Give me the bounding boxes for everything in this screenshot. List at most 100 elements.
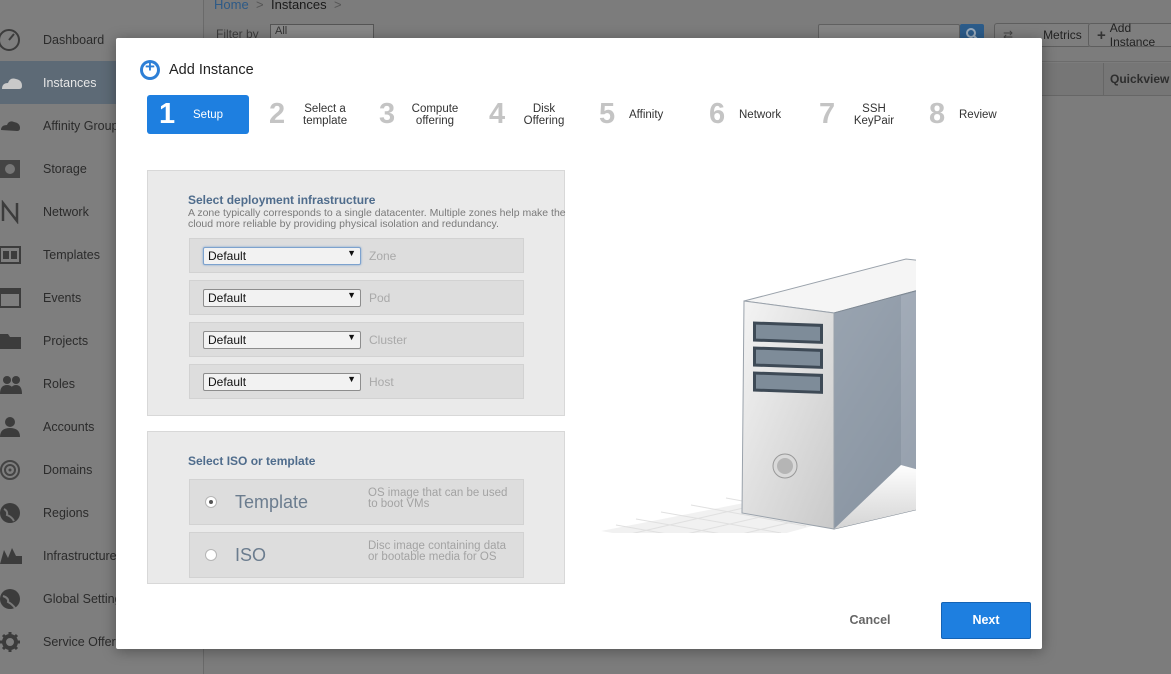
dropdown-arrow-icon: ▼	[347, 374, 356, 384]
cancel-button[interactable]: Cancel	[834, 607, 906, 634]
add-instance-dialog: Add Instance 1 Setup 2 Select a template…	[116, 38, 1042, 649]
folder-icon	[0, 333, 21, 349]
deployment-description: A zone typically corresponds to a single…	[188, 207, 566, 230]
pod-select[interactable]: Default ▼	[203, 289, 361, 307]
step-review[interactable]: 8 Review	[917, 95, 1019, 134]
globe-icon	[0, 502, 20, 523]
step-number: 7	[819, 98, 836, 130]
step-label: Compute offering	[411, 102, 459, 127]
cluster-select-value: Default	[208, 333, 247, 347]
pod-label: Pod	[369, 291, 391, 305]
step-disk-offering[interactable]: 4 Disk Offering	[477, 95, 579, 134]
step-network[interactable]: 6 Network	[697, 95, 799, 134]
cloud-icon	[2, 78, 22, 89]
dropdown-arrow-icon: ▼	[347, 332, 356, 342]
step-label: Network	[739, 108, 782, 121]
pod-row: Default ▼ Pod	[189, 280, 524, 315]
step-select-template[interactable]: 2 Select a template	[257, 95, 359, 134]
breadcrumb-separator: >	[256, 0, 264, 12]
sidebar-item-label: Network	[43, 204, 89, 219]
network-icon	[1, 199, 19, 224]
iso-template-heading: Select ISO or template	[188, 454, 316, 468]
cluster-select[interactable]: Default ▼	[203, 331, 361, 349]
storage-icon	[0, 159, 20, 178]
template-option-name: Template	[235, 492, 309, 512]
user-icon	[0, 416, 20, 437]
next-button[interactable]: Next	[941, 602, 1031, 639]
dialog-title: Add Instance	[140, 57, 254, 80]
iso-option-name: ISO	[235, 545, 267, 565]
host-select[interactable]: Default ▼	[203, 373, 361, 391]
sidebar-item-label: Domains	[43, 462, 93, 477]
calendar-icon	[0, 287, 21, 308]
dashboard-icon	[0, 28, 20, 51]
drive-bays-icon	[753, 321, 823, 394]
affinity-icon	[1, 120, 20, 131]
host-select-value: Default	[208, 375, 247, 389]
sidebar-item-label: Infrastructure	[43, 548, 117, 563]
sidebar-item-label: Roles	[43, 376, 75, 391]
sidebar-item-label: Storage	[43, 161, 87, 176]
add-circle-icon	[140, 57, 160, 80]
gear-icon	[0, 631, 20, 652]
sidebar-item-label: Instances	[43, 75, 97, 90]
sidebar-item-label: Dashboard	[43, 32, 105, 47]
infrastructure-icon	[0, 547, 22, 564]
breadcrumb-home[interactable]: Home	[214, 0, 249, 12]
step-number: 1	[159, 98, 176, 130]
sidebar-item-label: Regions	[43, 505, 89, 520]
step-affinity[interactable]: 5 Affinity	[587, 95, 689, 134]
step-label: Setup	[193, 108, 224, 121]
step-compute-offering[interactable]: 3 Compute offering	[367, 95, 469, 134]
step-label: Review	[959, 108, 997, 121]
breadcrumb-separator: >	[334, 0, 342, 12]
pod-select-value: Default	[208, 291, 247, 305]
iso-option-description: Disc image containing data or bootable m…	[368, 540, 507, 563]
add-instance-button-label: Add Instance	[1109, 21, 1156, 49]
add-instance-button[interactable]: + Add Instance	[1088, 21, 1171, 49]
settings-globe-icon	[0, 588, 20, 609]
step-number: 4	[489, 98, 506, 130]
sidebar-item-label: Events	[43, 290, 82, 305]
cluster-label: Cluster	[369, 333, 408, 347]
cluster-row: Default ▼ Cluster	[189, 322, 524, 357]
deployment-infrastructure-panel: Select deployment infrastructure A zone …	[147, 170, 566, 416]
zone-label: Zone	[369, 249, 397, 263]
dropdown-arrow-icon: ▼	[347, 290, 356, 300]
domains-icon	[0, 459, 20, 480]
step-number: 8	[929, 98, 946, 130]
sidebar-item-label: Projects	[43, 333, 89, 348]
step-label: Disk Offering	[523, 102, 565, 127]
zone-select-value: Default	[208, 249, 247, 263]
step-label: Select a template	[303, 102, 348, 127]
dropdown-arrow-icon: ▼	[347, 248, 356, 258]
metrics-button-label: Metrics	[1043, 28, 1082, 42]
step-setup[interactable]: 1 Setup	[147, 95, 249, 134]
iso-radio[interactable]	[205, 549, 217, 561]
plus-icon: +	[1097, 26, 1106, 44]
quickview-column-header: Quickview	[1103, 63, 1171, 96]
step-number: 3	[379, 98, 396, 130]
zone-row: Default ▼ Zone	[189, 238, 524, 273]
template-radio[interactable]	[205, 496, 217, 508]
sidebar-item-label: Templates	[43, 247, 100, 262]
host-label: Host	[369, 375, 394, 389]
iso-option[interactable]: ISO Disc image containing data or bootab…	[189, 532, 524, 578]
step-number: 5	[599, 98, 616, 130]
zone-select[interactable]: Default ▼	[203, 247, 361, 265]
host-row: Default ▼ Host	[189, 364, 524, 399]
sidebar-item-label: Accounts	[43, 419, 95, 434]
sidebar-item-label: Affinity Groups	[43, 118, 125, 133]
step-label: Affinity	[629, 108, 664, 121]
dialog-title-text: Add Instance	[169, 62, 254, 78]
step-number: 2	[269, 98, 286, 130]
step-label: SSH KeyPair	[853, 102, 895, 127]
step-ssh-keypair[interactable]: 7 SSH KeyPair	[807, 95, 909, 134]
filter-value: All	[275, 25, 288, 37]
templates-icon	[0, 245, 21, 264]
breadcrumb-current: Instances	[271, 0, 327, 12]
template-option[interactable]: Template OS image that can be used to bo…	[189, 479, 524, 525]
deployment-heading: Select deployment infrastructure	[188, 193, 376, 207]
iso-template-panel: Select ISO or template Template OS image…	[147, 431, 565, 584]
template-option-description: OS image that can be used to boot VMs	[368, 487, 508, 510]
